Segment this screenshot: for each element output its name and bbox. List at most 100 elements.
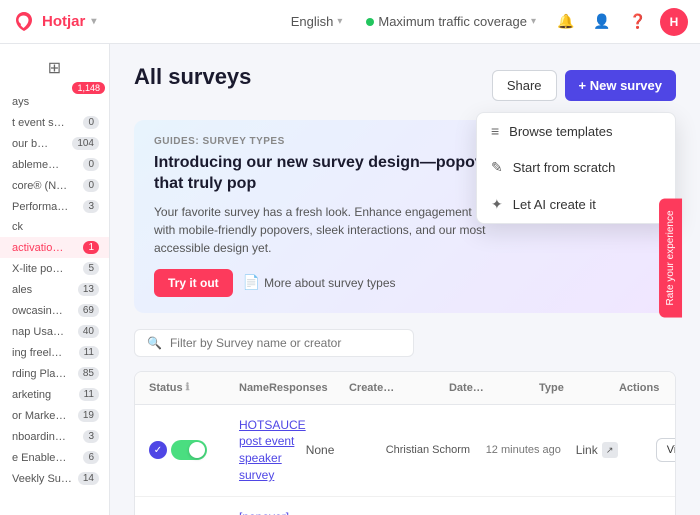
sidebar-count-events: 0 bbox=[83, 116, 99, 129]
start-from-scratch-item[interactable]: ✎ Start from scratch bbox=[477, 149, 675, 186]
home-icon: ⊞ bbox=[48, 58, 61, 78]
user-avatar[interactable]: H bbox=[660, 8, 688, 36]
more-about-button[interactable]: 📄 More about survey types bbox=[243, 274, 396, 291]
sidebar-item-freelance[interactable]: ing freel… 11 bbox=[0, 342, 109, 363]
sidebar-item-weekly[interactable]: Veekly Su… 14 bbox=[0, 468, 109, 489]
sidebar-item-nps[interactable]: core® (N… 0 bbox=[0, 175, 109, 196]
sidebar-label-recordings: ableme… bbox=[12, 159, 59, 171]
toggle-check-0[interactable]: ✓ bbox=[149, 441, 167, 459]
sidebar-notification-count: 1,148 bbox=[72, 82, 105, 94]
name-cell-0: HOTSAUCE post event speaker survey bbox=[239, 417, 306, 484]
sidebar-item-events[interactable]: t event s… 0 bbox=[0, 112, 109, 133]
toggle-0[interactable] bbox=[171, 440, 207, 460]
try-it-out-button[interactable]: Try it out bbox=[154, 269, 233, 297]
sidebar-count-activation: 1 bbox=[83, 241, 99, 254]
sidebar-count-freelance: 11 bbox=[79, 346, 99, 359]
sidebar-item-marketing[interactable]: arketing 11 bbox=[0, 384, 109, 405]
sidebar-label-marketing: arketing bbox=[12, 389, 51, 401]
toolbar-actions: Share + New survey bbox=[492, 70, 676, 101]
sidebar: ⊞ 1,148 ays t event s… 0 our b… 104 able… bbox=[0, 44, 110, 515]
sidebar-item-map[interactable]: nap Usa… 40 bbox=[0, 321, 109, 342]
doc-icon: 📄 bbox=[243, 274, 260, 291]
help-button[interactable]: ❓ bbox=[624, 8, 652, 36]
header-actions: Actions bbox=[619, 382, 676, 394]
sidebar-item-activation[interactable]: activatio… 1 bbox=[0, 237, 109, 258]
sidebar-label-freelance: ing freel… bbox=[12, 347, 62, 359]
header-name: Name bbox=[239, 382, 269, 394]
new-survey-button[interactable]: + New survey bbox=[565, 70, 676, 101]
browse-templates-icon: ≡ bbox=[491, 123, 499, 139]
sidebar-count-onboarding: 3 bbox=[83, 430, 99, 443]
sidebar-label-heatmaps: our b… bbox=[12, 138, 48, 150]
banner-actions: Try it out 📄 More about survey types bbox=[154, 269, 520, 297]
share-button[interactable]: Share bbox=[492, 70, 557, 101]
header-date: Date… bbox=[449, 382, 539, 394]
header-info-icon[interactable]: ℹ bbox=[186, 382, 190, 393]
feedback-tab[interactable]: Rate your experience bbox=[659, 198, 682, 317]
table-header: Status ℹ Name Responses Create… Date… Ty… bbox=[135, 372, 675, 405]
name-cell-1: [popover] Scaling our business model v2 bbox=[239, 509, 289, 515]
sidebar-item-showcasing[interactable]: owcasin… 69 bbox=[0, 300, 109, 321]
profile-button[interactable]: 👤 bbox=[588, 8, 616, 36]
sidebar-count-xlite: 5 bbox=[83, 262, 99, 275]
sidebar-count-performance: 3 bbox=[83, 200, 99, 213]
sidebar-label-performance: Performa… bbox=[12, 201, 68, 213]
toggle-wrapper-0: ✓ bbox=[149, 440, 239, 460]
coverage-selector[interactable]: Maximum traffic coverage ▾ bbox=[358, 10, 544, 33]
sidebar-label-weekly: Veekly Su… bbox=[12, 473, 72, 485]
notifications-button[interactable]: 🔔 bbox=[552, 8, 580, 36]
browse-templates-item[interactable]: ≡ Browse templates bbox=[477, 113, 675, 149]
sidebar-label-showcasing: owcasin… bbox=[12, 305, 63, 317]
sidebar-item-lock[interactable]: ck bbox=[0, 217, 109, 237]
table-row: ✓ HOTSAUCE post event speaker survey Non… bbox=[135, 405, 675, 497]
header-creator: Create… bbox=[349, 382, 449, 394]
table-row: ✓ [popover] Scaling our business model v… bbox=[135, 497, 675, 515]
status-cell-0: ✓ bbox=[149, 440, 239, 460]
hotjar-logo[interactable]: Hotjar ▾ bbox=[12, 10, 96, 34]
sidebar-item-xlite[interactable]: X-lite po… 5 bbox=[0, 258, 109, 279]
page-title: All surveys bbox=[134, 64, 251, 90]
sidebar-item-home[interactable]: ⊞ bbox=[0, 52, 109, 84]
sidebar-count-showcasing: 69 bbox=[78, 304, 99, 317]
sidebar-item-or-marketing[interactable]: or Marke… 19 bbox=[0, 405, 109, 426]
search-input[interactable] bbox=[170, 336, 401, 350]
search-icon: 🔍 bbox=[147, 336, 162, 350]
sidebar-label-boarding-plan: rding Pla… bbox=[12, 368, 66, 380]
survey-name-0[interactable]: HOTSAUCE post event speaker survey bbox=[239, 418, 306, 482]
header-type: Type bbox=[539, 382, 619, 394]
sidebar-label-activation: activatio… bbox=[12, 242, 63, 254]
sidebar-item-performance[interactable]: Performa… 3 bbox=[0, 196, 109, 217]
type-cell-0: Link ↗ bbox=[576, 442, 656, 458]
banner-guide-label: GUIDES: SURVEY TYPES bbox=[154, 136, 520, 147]
sidebar-item-enable[interactable]: e Enable… 6 bbox=[0, 447, 109, 468]
sidebar-count-enable: 6 bbox=[83, 451, 99, 464]
sidebar-count-heatmaps: 104 bbox=[72, 137, 99, 150]
sidebar-label-events: t event s… bbox=[12, 117, 65, 129]
sidebar-item-heatmaps[interactable]: our b… 104 bbox=[0, 133, 109, 154]
lang-chevron-icon: ▾ bbox=[337, 16, 342, 27]
ai-icon: ✦ bbox=[491, 196, 503, 213]
brand-chevron: ▾ bbox=[91, 16, 96, 27]
view-responses-button-0[interactable]: View responses bbox=[656, 438, 676, 462]
ext-icon-0: ↗ bbox=[602, 442, 618, 458]
creator-cell-0: Christian Schorm bbox=[386, 444, 486, 456]
banner-content: GUIDES: SURVEY TYPES Introducing our new… bbox=[154, 136, 520, 297]
sidebar-item-sales[interactable]: ales 13 bbox=[0, 279, 109, 300]
banner-description: Your favorite survey has a fresh look. E… bbox=[154, 203, 494, 257]
banner-title: Introducing our new survey design—popove… bbox=[154, 153, 520, 195]
survey-name-1[interactable]: [popover] Scaling our business model v2 bbox=[239, 510, 289, 515]
let-ai-create-item[interactable]: ✦ Let AI create it bbox=[477, 186, 675, 223]
sidebar-item-recordings[interactable]: ableme… 0 bbox=[0, 154, 109, 175]
date-cell-0: 12 minutes ago bbox=[486, 444, 576, 456]
sidebar-count-or-marketing: 19 bbox=[78, 409, 99, 422]
toolbar: All surveys Share + New survey bbox=[134, 64, 676, 106]
actions-cell-0: View responses ⋮ bbox=[656, 438, 676, 462]
brand-name: Hotjar bbox=[42, 13, 85, 30]
new-survey-dropdown: ≡ Browse templates ✎ Start from scratch … bbox=[476, 112, 676, 224]
start-scratch-icon: ✎ bbox=[491, 159, 503, 176]
sidebar-item-onboarding[interactable]: nboardin… 3 bbox=[0, 426, 109, 447]
sidebar-item-boarding-plan[interactable]: rding Pla… 85 bbox=[0, 363, 109, 384]
surveys-table: Status ℹ Name Responses Create… Date… Ty… bbox=[134, 371, 676, 515]
language-selector[interactable]: English ▾ bbox=[283, 10, 351, 33]
sidebar-item-ays[interactable]: ays bbox=[0, 92, 109, 112]
